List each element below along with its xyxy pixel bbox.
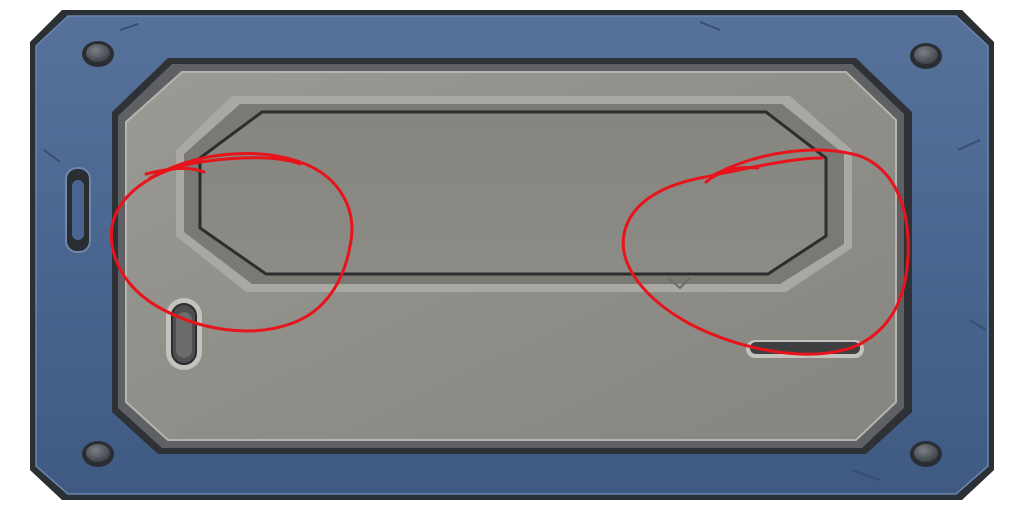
screw-icon bbox=[910, 441, 942, 467]
recessed-window bbox=[176, 96, 852, 292]
slot-icon bbox=[166, 298, 202, 370]
screw-icon bbox=[82, 41, 114, 67]
screw-icon bbox=[910, 43, 942, 69]
panel-artwork bbox=[30, 10, 994, 500]
frame-side-slot bbox=[65, 167, 91, 253]
screw-icon bbox=[82, 441, 114, 467]
game-ui-panel-canvas bbox=[0, 0, 1024, 512]
